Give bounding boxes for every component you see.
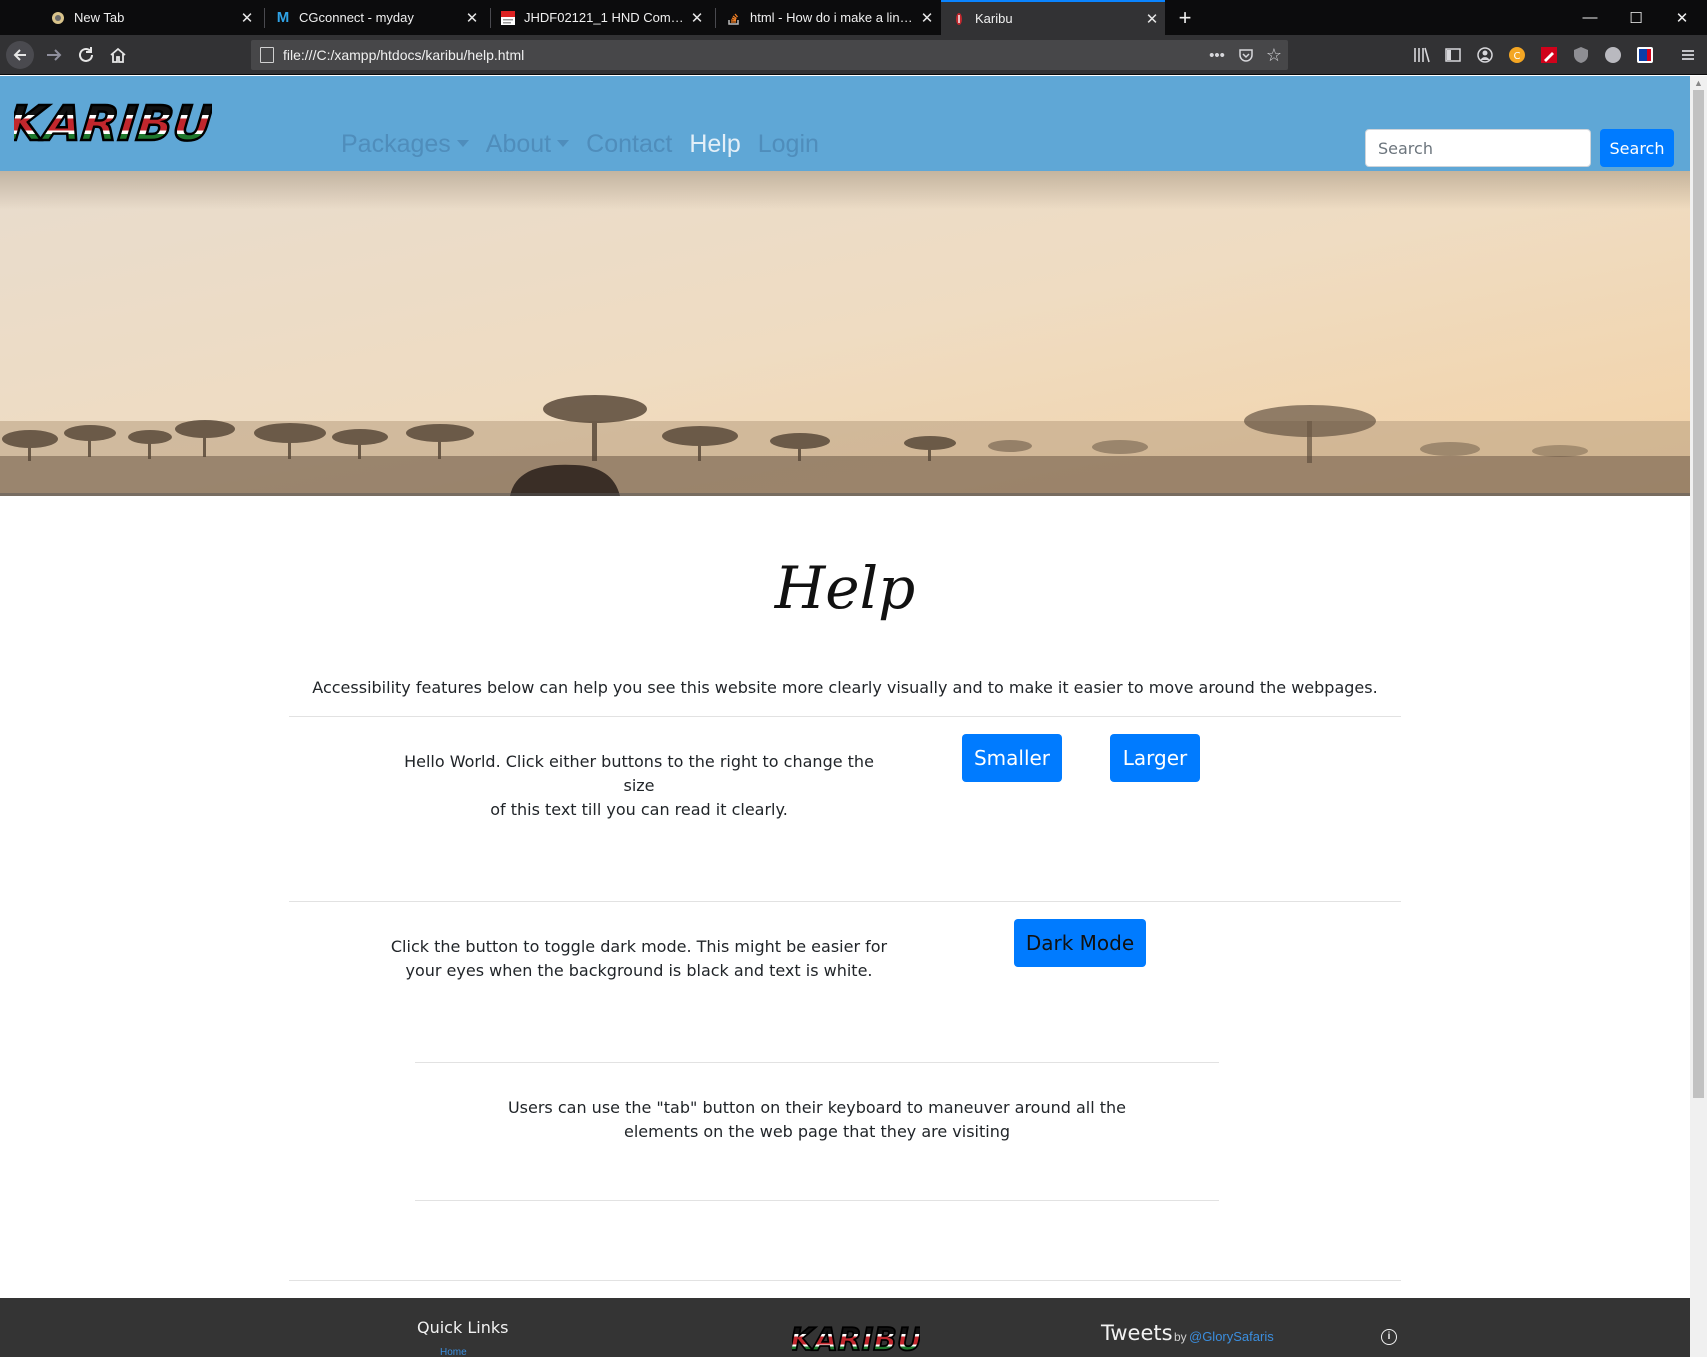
text-size-line-2: of this text till you can read it clearl… [490, 800, 788, 819]
close-tab-icon[interactable]: ✕ [459, 9, 485, 27]
page-title: Help [770, 546, 920, 636]
divider [415, 1062, 1219, 1063]
tab-title: CGconnect - myday [299, 10, 414, 25]
dark-mode-line-1: Click the button to toggle dark mode. Th… [390, 937, 888, 956]
page-title-text: Help [774, 554, 916, 622]
browser-tab-jhdf[interactable]: JHDF02121_1 HND Computing ✕ [490, 0, 710, 35]
browser-toolbar: file:///C:/xampp/htdocs/karibu/help.html… [0, 35, 1707, 75]
caret-down-icon [557, 140, 570, 148]
close-tab-icon[interactable]: ✕ [234, 9, 260, 27]
tab-strip: New Tab ✕ M CGconnect - myday ✕ JHDF0212… [0, 0, 1707, 35]
caret-down-icon [456, 140, 469, 148]
dark-mode-line-2: your eyes when the background is black a… [405, 961, 873, 980]
svg-text:KARIBU: KARIBU [14, 96, 212, 150]
browser-tab-karibu[interactable]: Karibu ✕ [941, 0, 1165, 35]
text-size-description: Hello World. Click either buttons to the… [389, 750, 889, 822]
divider [289, 716, 1401, 717]
hero-savanna-image [0, 171, 1690, 496]
home-icon[interactable] [102, 40, 134, 70]
karibu-logo[interactable]: KARIBU [3, 94, 216, 153]
search-input[interactable]: Search [1365, 129, 1591, 167]
intro-text: Accessibility features below can help yo… [312, 678, 1378, 697]
pdf-icon [500, 10, 516, 26]
tweets-heading: Tweets [1101, 1321, 1173, 1345]
menu-icon[interactable] [1677, 44, 1699, 66]
pen-extension-icon[interactable] [1538, 44, 1560, 66]
nav-login[interactable]: Login [758, 130, 819, 159]
honey-extension-icon[interactable]: C [1506, 44, 1528, 66]
page-scrollbar[interactable]: ▲ [1690, 76, 1707, 1357]
browser-tab-cgconnect[interactable]: M CGconnect - myday ✕ [265, 0, 485, 35]
tab-title: JHDF02121_1 HND Computing [524, 10, 684, 25]
tab-title: Karibu [975, 11, 1013, 26]
url-text: file:///C:/xampp/htdocs/karibu/help.html [283, 47, 525, 63]
quick-links-heading: Quick Links [417, 1318, 509, 1337]
nav-help[interactable]: Help [689, 130, 740, 159]
stackoverflow-icon [726, 10, 742, 26]
close-window-icon[interactable]: ✕ [1659, 0, 1705, 35]
search-button[interactable]: Search [1600, 129, 1674, 167]
tab-navigation-line-1: Users can use the "tab" button on their … [507, 1098, 1127, 1117]
page-icon [260, 47, 274, 63]
pocket-icon[interactable] [1233, 40, 1259, 70]
nav-about-label: About [485, 130, 552, 158]
tweets-by-label: by [1174, 1330, 1187, 1344]
nav-packages[interactable]: Packages [341, 130, 469, 159]
svg-text:C: C [1514, 51, 1521, 62]
more-actions-icon[interactable]: ••• [1204, 40, 1230, 70]
info-icon[interactable]: i [1381, 1329, 1397, 1345]
browser-tab-stackoverflow[interactable]: html - How do i make a link wh ✕ [716, 0, 940, 35]
footer-karibu-logo[interactable]: KARIBU [789, 1314, 923, 1357]
footer-home-link[interactable]: Home [440, 1347, 467, 1357]
divider [289, 901, 1401, 902]
divider [289, 1280, 1401, 1281]
nav-about[interactable]: About [485, 130, 570, 159]
cgconnect-icon: M [276, 9, 290, 26]
close-tab-icon[interactable]: ✕ [1139, 10, 1165, 28]
tab-navigation-line-2: elements on the web page that they are v… [623, 1122, 1011, 1141]
main-nav: Packages About Contact Help Login [341, 130, 836, 159]
close-tab-icon[interactable]: ✕ [684, 9, 710, 27]
new-tab-button[interactable]: + [1172, 0, 1198, 35]
account-icon[interactable] [1474, 44, 1496, 66]
scrollbar-thumb[interactable] [1693, 90, 1704, 1098]
url-bar[interactable]: file:///C:/xampp/htdocs/karibu/help.html [251, 40, 1288, 70]
sidebar-icon[interactable] [1442, 44, 1464, 66]
smaller-button[interactable]: Smaller [962, 734, 1062, 782]
back-icon[interactable] [4, 40, 36, 70]
blocker-extension-icon[interactable] [1634, 44, 1656, 66]
library-icon[interactable] [1411, 44, 1433, 66]
tab-title: New Tab [74, 10, 125, 25]
scroll-up-icon[interactable]: ▲ [1690, 76, 1707, 90]
karibu-icon [951, 11, 967, 27]
shield-extension-icon[interactable] [1570, 44, 1592, 66]
circle-extension-icon[interactable] [1602, 44, 1624, 66]
reload-icon[interactable] [70, 40, 102, 70]
divider [415, 1200, 1219, 1201]
tab-navigation-description: Users can use the "tab" button on their … [415, 1096, 1219, 1144]
tab-title: html - How do i make a link wh [750, 10, 914, 25]
text-size-line-1: Hello World. Click either buttons to the… [404, 752, 874, 795]
svg-text:KARIBU: KARIBU [792, 1322, 920, 1354]
dark-mode-button[interactable]: Dark Mode [1014, 919, 1146, 967]
forward-icon[interactable] [38, 40, 70, 70]
browser-tab-new-tab[interactable]: New Tab ✕ [40, 0, 260, 35]
bookmark-star-icon[interactable]: ☆ [1261, 40, 1287, 70]
site-header: KARIBU Packages About Contact Help Login… [0, 76, 1690, 171]
new-tab-icon [50, 10, 66, 26]
site-footer: Quick Links Home KARIBU Tweets by @Glory… [0, 1298, 1690, 1357]
dark-mode-description: Click the button to toggle dark mode. Th… [389, 935, 889, 983]
nav-packages-label: Packages [341, 130, 451, 158]
maximize-icon[interactable]: ☐ [1613, 0, 1659, 35]
page-viewport: KARIBU Packages About Contact Help Login… [0, 76, 1690, 1357]
minimize-icon[interactable]: — [1567, 0, 1613, 35]
nav-contact[interactable]: Contact [586, 130, 672, 159]
larger-button[interactable]: Larger [1110, 734, 1200, 782]
close-tab-icon[interactable]: ✕ [914, 9, 940, 27]
twitter-handle-link[interactable]: @GlorySafaris [1189, 1329, 1274, 1344]
